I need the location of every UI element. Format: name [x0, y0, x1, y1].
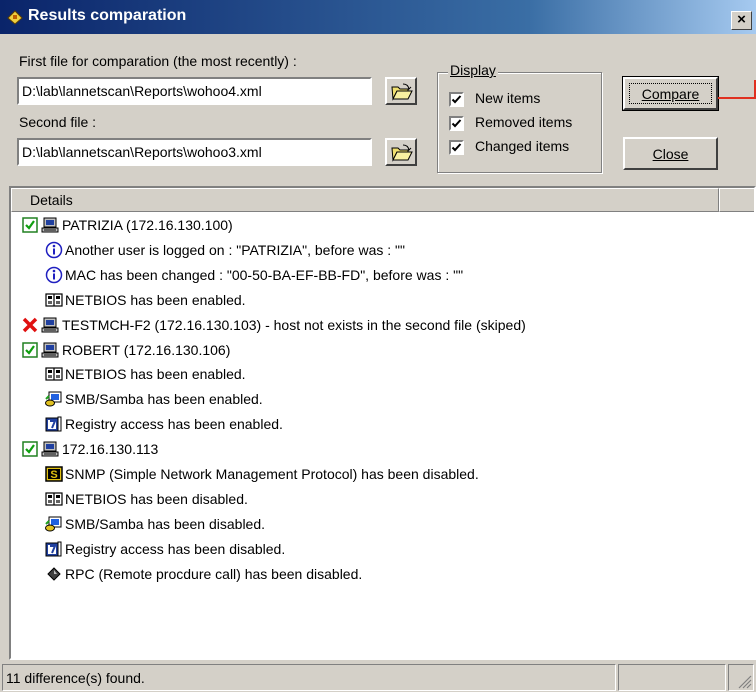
list-item-text: SNMP (Simple Network Management Protocol…: [65, 466, 479, 482]
info-icon: [45, 266, 63, 284]
list-item-text: PATRIZIA (172.16.130.100): [62, 217, 233, 233]
list-item-text: Registry access has been enabled.: [65, 416, 283, 433]
snmp-icon: S: [45, 465, 63, 483]
list-item[interactable]: SMB/Samba has been enabled.: [11, 388, 751, 412]
list-item-text: NETBIOS has been disabled.: [65, 490, 248, 507]
details-list[interactable]: Details PATRIZIA (172.16.130.100) Another…: [9, 186, 756, 660]
title-bar[interactable]: Results comparation ×: [0, 0, 756, 34]
netbios-icon: [45, 490, 63, 508]
list-item[interactable]: NETBIOS has been enabled.: [11, 289, 751, 313]
rpc-icon: [45, 565, 63, 583]
list-item[interactable]: 172.16.130.113: [11, 438, 751, 462]
svg-text:S: S: [50, 469, 57, 481]
changed-items-label: Changed items: [475, 138, 570, 154]
browse-second-file-button[interactable]: [385, 138, 417, 166]
checkmark-icon: [451, 95, 462, 104]
list-item[interactable]: NETBIOS has been disabled.: [11, 488, 751, 512]
checkbox-box[interactable]: [449, 116, 464, 131]
first-file-field[interactable]: D:\lab\lannetscan\Reports\wohoo4.xml: [17, 77, 372, 105]
green-check-icon: [21, 341, 39, 359]
list-item-text: RPC (Remote procdure call) has been disa…: [65, 565, 363, 582]
removed-items-label: Removed items: [475, 114, 573, 130]
list-item[interactable]: PATRIZIA (172.16.130.100): [11, 214, 751, 238]
checkbox-box[interactable]: [449, 92, 464, 107]
display-group-title: Display: [448, 62, 498, 78]
size-grip[interactable]: [728, 664, 754, 691]
new-items-label: New items: [475, 90, 541, 106]
list-item-text: NETBIOS has been enabled.: [65, 366, 246, 383]
samba-icon: [45, 390, 63, 408]
list-item-text: MAC has been changed : "00-50-BA-EF-BB-F…: [65, 266, 464, 283]
close-button[interactable]: Close: [623, 137, 718, 170]
list-item[interactable]: Registry access has been disabled.: [11, 538, 751, 562]
list-item-text: Another user is logged on : "PATRIZIA", …: [65, 241, 405, 258]
second-file-field[interactable]: D:\lab\lannetscan\Reports\wohoo3.xml: [17, 138, 372, 166]
extra-column-header[interactable]: [719, 188, 754, 212]
close-button-label: Close: [652, 146, 689, 162]
browse-first-file-button[interactable]: [385, 77, 417, 105]
app-icon: [7, 10, 23, 25]
details-column-header[interactable]: Details: [11, 188, 719, 212]
status-bar: 11 difference(s) found.: [0, 662, 756, 692]
samba-icon: [45, 515, 63, 533]
list-item[interactable]: ROBERT (172.16.130.106): [11, 339, 751, 363]
computer-icon: [41, 316, 59, 334]
close-window-button[interactable]: ×: [731, 11, 752, 30]
results-window: Results comparation × First file for com…: [0, 0, 756, 692]
netbios-icon: [45, 291, 63, 309]
list-item[interactable]: Registry access has been enabled.: [11, 413, 751, 437]
checkbox-box[interactable]: [449, 140, 464, 155]
list-item-text: 172.16.130.113: [62, 441, 159, 458]
list-item[interactable]: S SNMP (Simple Network Management Protoco…: [11, 463, 751, 487]
accent-line: [718, 97, 756, 99]
list-header: Details: [11, 188, 754, 212]
window-title: Results comparation: [28, 7, 187, 24]
list-item[interactable]: SMB/Samba has been disabled.: [11, 513, 751, 537]
registry-icon: [45, 540, 63, 558]
registry-icon: [45, 415, 63, 433]
resize-grip-icon: [738, 675, 752, 689]
list-item[interactable]: TESTMCH-F2 (172.16.130.103) - host not e…: [11, 314, 751, 338]
open-folder-icon: [391, 144, 413, 162]
open-folder-icon: [391, 83, 413, 101]
first-file-label: First file for comparation (the most rec…: [19, 53, 297, 69]
info-icon: [45, 241, 63, 259]
compare-button[interactable]: Compare: [622, 76, 719, 111]
green-check-icon: [21, 440, 39, 458]
checkmark-icon: [451, 119, 462, 128]
second-file-label: Second file :: [19, 114, 97, 130]
status-text: 11 difference(s) found.: [2, 664, 616, 691]
focus-rect: [629, 83, 712, 104]
status-panel: [618, 664, 726, 691]
list-item-text: Registry access has been disabled.: [65, 540, 286, 557]
checkmark-icon: [451, 143, 462, 152]
computer-icon: [41, 440, 59, 458]
list-item-text: SMB/Samba has been enabled.: [65, 391, 263, 408]
computer-icon: [41, 341, 59, 359]
list-item[interactable]: MAC has been changed : "00-50-BA-EF-BB-F…: [11, 264, 751, 288]
list-item-text: SMB/Samba has been disabled.: [65, 515, 266, 532]
list-item[interactable]: Another user is logged on : "PATRIZIA", …: [11, 239, 751, 263]
green-check-icon: [21, 216, 39, 234]
list-item-text: TESTMCH-F2 (172.16.130.103) - host not e…: [62, 316, 526, 333]
computer-icon: [41, 216, 59, 234]
list-item-text: NETBIOS has been enabled.: [65, 291, 246, 308]
list-item-text: ROBERT (172.16.130.106): [62, 341, 231, 358]
red-x-icon: [21, 316, 39, 334]
list-item[interactable]: RPC (Remote procdure call) has been disa…: [11, 563, 751, 587]
list-item[interactable]: NETBIOS has been enabled.: [11, 363, 751, 387]
netbios-icon: [45, 365, 63, 383]
